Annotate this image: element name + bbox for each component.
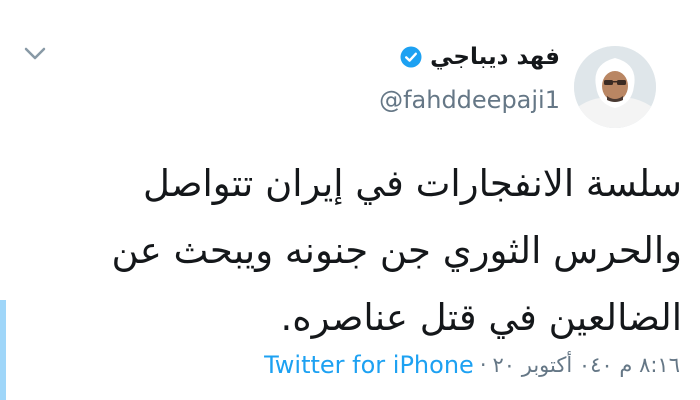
author-handle[interactable]: @fahddeepaji1 [379, 86, 560, 114]
verified-badge-icon [400, 46, 422, 68]
left-accent-bar [0, 300, 6, 400]
tweet-text-line: سلسة الانفجارات في إيران تتواصل [143, 162, 682, 205]
tweet-options-button[interactable] [20, 42, 50, 66]
tweet-timestamp[interactable]: ٨:١٦ م ٠٤٠ أكتوبر ٢٠ [493, 353, 681, 377]
author-display-name: فهد ديباجي [430, 44, 560, 70]
avatar[interactable] [574, 46, 656, 128]
chevron-down-icon [24, 47, 46, 60]
tweet-text-line: والحرس الثوري جن جنونه ويبحث عن [111, 229, 682, 272]
tweet-meta: Twitter for iPhone · ٨:١٦ م ٠٤٠ أكتوبر ٢… [264, 347, 680, 383]
avatar-photo [574, 46, 656, 128]
tweet-text: سلسة الانفجارات في إيران تتواصل والحرس ا… [22, 150, 682, 351]
meta-separator: · [479, 353, 487, 377]
tweet-text-line: الضالعين في قتل عناصره. [280, 296, 682, 339]
source-app-link[interactable]: Twitter for iPhone [264, 351, 474, 379]
author-name-row[interactable]: فهد ديباجي [400, 40, 560, 74]
